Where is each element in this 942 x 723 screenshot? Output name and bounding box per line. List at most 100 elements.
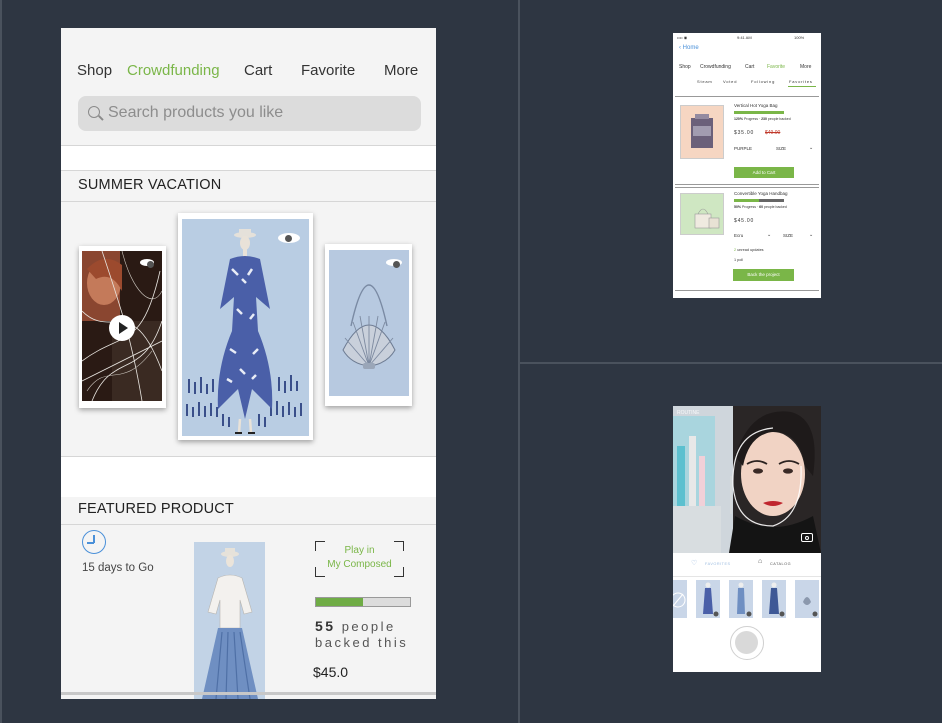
- shell-bag-illustration: [329, 250, 409, 396]
- search-input[interactable]: Search products you like: [78, 96, 421, 131]
- spacer-band: [61, 146, 436, 170]
- play-in-label: Play in My Composed: [315, 544, 404, 572]
- item1-progress-bar: [734, 111, 784, 114]
- status-time: 9:41 AM: [737, 35, 752, 40]
- item1-old-price: $49.00: [765, 130, 781, 136]
- item2-progress-word: Progress: [742, 205, 757, 209]
- yoga-bag-thumbnail[interactable]: [680, 105, 724, 159]
- divider-line: [61, 170, 436, 171]
- clock-icon: [82, 530, 106, 554]
- nav-crowdfunding[interactable]: Crowdfunding: [127, 62, 220, 79]
- play-in-line2: My Composed: [327, 559, 392, 570]
- item2-name[interactable]: Convertible Yoga Handbag: [734, 191, 788, 196]
- outfit-thumb[interactable]: [673, 580, 687, 618]
- unread-updates-count: 2: [734, 248, 737, 252]
- nav-cart[interactable]: Cart: [244, 62, 272, 79]
- camera-lens: [805, 535, 809, 540]
- nav-shop[interactable]: Shop: [679, 64, 691, 70]
- bottom-divider: [61, 692, 436, 695]
- outfit-thumb[interactable]: [696, 580, 720, 618]
- status-signal: •••• ◉: [677, 35, 688, 40]
- funding-progress-fill: [316, 598, 363, 606]
- cart-item-1: Vertical Hot Yoga Bag 120% Progress · 23…: [675, 97, 819, 185]
- add-to-cart-button[interactable]: Add to Cart: [734, 167, 794, 178]
- item1-backers: 230: [761, 117, 767, 121]
- item1-color-select[interactable]: PURPLE: [734, 146, 752, 151]
- nav-favorite[interactable]: Favorite: [301, 62, 355, 79]
- tab-favorites[interactable]: FAVORITES: [705, 562, 731, 566]
- item1-name[interactable]: Vertical Hot Yoga Bag: [734, 103, 778, 108]
- backers-text: 55 people backed this: [315, 618, 408, 651]
- item2-backers: 60: [759, 205, 764, 209]
- view-icon[interactable]: [386, 259, 402, 268]
- outfit-carousel: [673, 578, 821, 622]
- days-to-go: 15 days to Go: [82, 562, 154, 574]
- chevron-down-icon[interactable]: ⌄: [809, 232, 813, 238]
- bag-card[interactable]: [325, 244, 412, 406]
- play-icon[interactable]: [109, 315, 135, 341]
- backers-count: 55: [315, 618, 336, 634]
- horizontal-divider: [520, 362, 942, 364]
- divider-line: [61, 201, 436, 202]
- shutter-button[interactable]: [730, 626, 764, 660]
- search-placeholder: Search products you like: [108, 104, 284, 121]
- item2-size-select[interactable]: SIZE: [783, 233, 793, 238]
- camera-preview[interactable]: ROUTINE: [673, 406, 821, 553]
- heart-icon[interactable]: ♡: [691, 559, 697, 567]
- handbag-thumbnail[interactable]: [680, 193, 724, 235]
- play-in-line1: Play in: [344, 545, 375, 556]
- status-battery: 100%: [794, 35, 805, 40]
- back-button[interactable]: ‹ Home: [679, 45, 699, 51]
- left-edge-divider: [0, 0, 2, 723]
- mode-tabs: ♡ FAVORITES ⌂ CATALOG: [673, 553, 821, 577]
- dress-card[interactable]: [178, 213, 313, 440]
- camera-icon[interactable]: [801, 533, 813, 542]
- nav-favorite[interactable]: Favorite: [767, 64, 785, 70]
- unread-updates-label[interactable]: unread updates: [737, 248, 763, 252]
- featured-price: $45.0: [313, 664, 349, 680]
- poll-link[interactable]: 1 poll: [734, 258, 743, 262]
- chevron-down-icon[interactable]: ⌄: [809, 145, 813, 151]
- back-label: Home: [682, 45, 699, 51]
- subtab-steam[interactable]: Steam: [697, 79, 713, 84]
- view-icon[interactable]: [140, 259, 154, 268]
- nav-more[interactable]: More: [384, 62, 418, 79]
- routine-overlay-label: ROUTINE: [677, 410, 700, 416]
- outfit-thumb[interactable]: [729, 580, 753, 618]
- item2-color-select[interactable]: Ecru: [734, 233, 743, 238]
- view-icon[interactable]: [278, 233, 300, 243]
- item2-progress-bar: [734, 199, 784, 202]
- cart-item-2: Convertible Yoga Handbag 50% Progress · …: [675, 187, 819, 291]
- subtab-underline: [788, 86, 816, 87]
- outfit-thumb[interactable]: [795, 580, 819, 618]
- spacer-band: [61, 457, 436, 497]
- craft-video-thumbnail: [82, 251, 162, 401]
- back-the-project-button[interactable]: Back the project: [733, 269, 794, 281]
- back-the-project-label: Back the project: [747, 272, 780, 277]
- tab-catalog[interactable]: CATALOG: [770, 562, 791, 566]
- backers-line2: backed this: [315, 635, 409, 650]
- item2-progress-pct: 50%: [734, 205, 742, 209]
- featured-product-image[interactable]: [194, 542, 265, 699]
- divider-line: [61, 145, 436, 146]
- featured-product-title: FEATURED PRODUCT: [78, 501, 234, 517]
- divider-line: [61, 524, 436, 525]
- search-icon: [88, 106, 100, 118]
- video-card[interactable]: [79, 246, 166, 408]
- outfit-thumb[interactable]: [762, 580, 786, 618]
- nav-shop[interactable]: Shop: [77, 62, 112, 79]
- play-in-my-composed-button[interactable]: Play in My Composed: [315, 541, 404, 577]
- hanger-icon[interactable]: ⌂: [758, 558, 762, 565]
- funding-progress-bar: [315, 597, 411, 607]
- subtab-voted[interactable]: Voted: [723, 79, 737, 84]
- subtab-following[interactable]: Following: [751, 79, 775, 84]
- nav-cart[interactable]: Cart: [745, 64, 754, 70]
- subtab-favorites[interactable]: Favorites: [789, 79, 813, 84]
- item1-progress-word: Progress: [743, 117, 758, 121]
- item1-size-select[interactable]: SIZE: [776, 146, 786, 151]
- nav-crowdfunding[interactable]: Crowdfunding: [700, 64, 731, 70]
- item1-progress-pct: 120%: [734, 117, 743, 121]
- cart-favorites-screen: •••• ◉ 9:41 AM 100% ‹ Home Shop Crowdfun…: [673, 33, 821, 298]
- chevron-down-icon[interactable]: ⌄: [767, 232, 771, 238]
- nav-more[interactable]: More: [800, 64, 811, 70]
